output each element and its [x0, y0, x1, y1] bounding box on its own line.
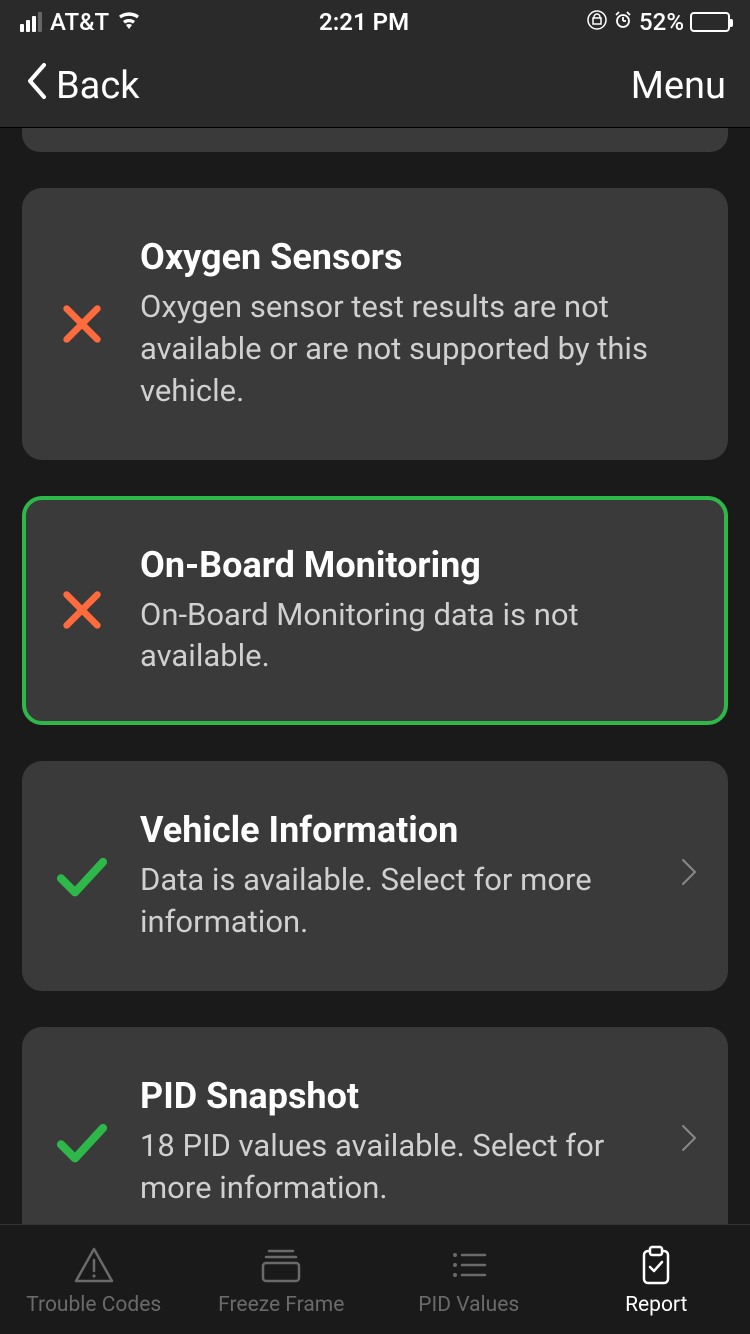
tab-label: Freeze Frame: [218, 1293, 344, 1317]
status-time: 2:21 PM: [319, 8, 409, 36]
card-desc: Oxygen sensor test results are not avail…: [140, 286, 698, 412]
stack-icon: [257, 1243, 305, 1287]
tab-freeze-frame[interactable]: Freeze Frame: [188, 1225, 376, 1334]
card-title: PID Snapshot: [140, 1075, 652, 1117]
check-icon: [52, 1114, 112, 1170]
card-oxygen-sensors[interactable]: Oxygen Sensors Oxygen sensor test result…: [22, 188, 728, 460]
card-title: Oxygen Sensors: [140, 236, 698, 278]
status-right: 52%: [587, 8, 730, 36]
tab-trouble-codes[interactable]: Trouble Codes: [0, 1225, 188, 1334]
tab-pid-values[interactable]: PID Values: [375, 1225, 563, 1334]
back-button[interactable]: Back: [24, 60, 140, 112]
chevron-right-icon: [680, 1123, 698, 1161]
menu-button[interactable]: Menu: [631, 64, 726, 108]
check-icon: [52, 848, 112, 904]
battery-icon: [690, 12, 730, 32]
card-title: Vehicle Information: [140, 809, 652, 851]
nav-bar: Back Menu: [0, 44, 750, 128]
card-desc: 18 PID values available. Select for more…: [140, 1125, 652, 1209]
back-label: Back: [56, 64, 140, 108]
battery-percent: 52%: [639, 8, 684, 36]
x-icon: [52, 301, 112, 347]
partial-card-top: [22, 128, 728, 152]
tab-label: PID Values: [418, 1293, 519, 1317]
warning-triangle-icon: [72, 1243, 116, 1287]
card-title: On-Board Monitoring: [140, 544, 698, 586]
card-onboard-monitoring[interactable]: On-Board Monitoring On-Board Monitoring …: [22, 496, 728, 726]
status-left: AT&T: [20, 8, 141, 36]
tab-bar: Trouble Codes Freeze Frame PID Values Re…: [0, 1224, 750, 1334]
signal-icon: [20, 12, 42, 32]
orientation-lock-icon: [587, 8, 607, 36]
wifi-icon: [117, 9, 141, 35]
clipboard-check-icon: [636, 1243, 676, 1287]
card-pid-snapshot[interactable]: PID Snapshot 18 PID values available. Se…: [22, 1027, 728, 1224]
card-desc: Data is available. Select for more infor…: [140, 859, 652, 943]
chevron-left-icon: [24, 60, 48, 112]
x-icon: [52, 587, 112, 633]
status-bar: AT&T 2:21 PM 52%: [0, 0, 750, 44]
carrier-label: AT&T: [50, 8, 109, 36]
list-icon: [447, 1243, 491, 1287]
tab-report[interactable]: Report: [563, 1225, 750, 1334]
menu-label: Menu: [631, 64, 726, 108]
card-desc: On-Board Monitoring data is not availabl…: [140, 594, 698, 678]
chevron-right-icon: [680, 857, 698, 895]
tab-label: Trouble Codes: [26, 1293, 161, 1317]
alarm-icon: [613, 8, 633, 36]
tab-label: Report: [625, 1293, 687, 1317]
card-vehicle-information[interactable]: Vehicle Information Data is available. S…: [22, 761, 728, 991]
content-area[interactable]: Oxygen Sensors Oxygen sensor test result…: [0, 128, 750, 1224]
